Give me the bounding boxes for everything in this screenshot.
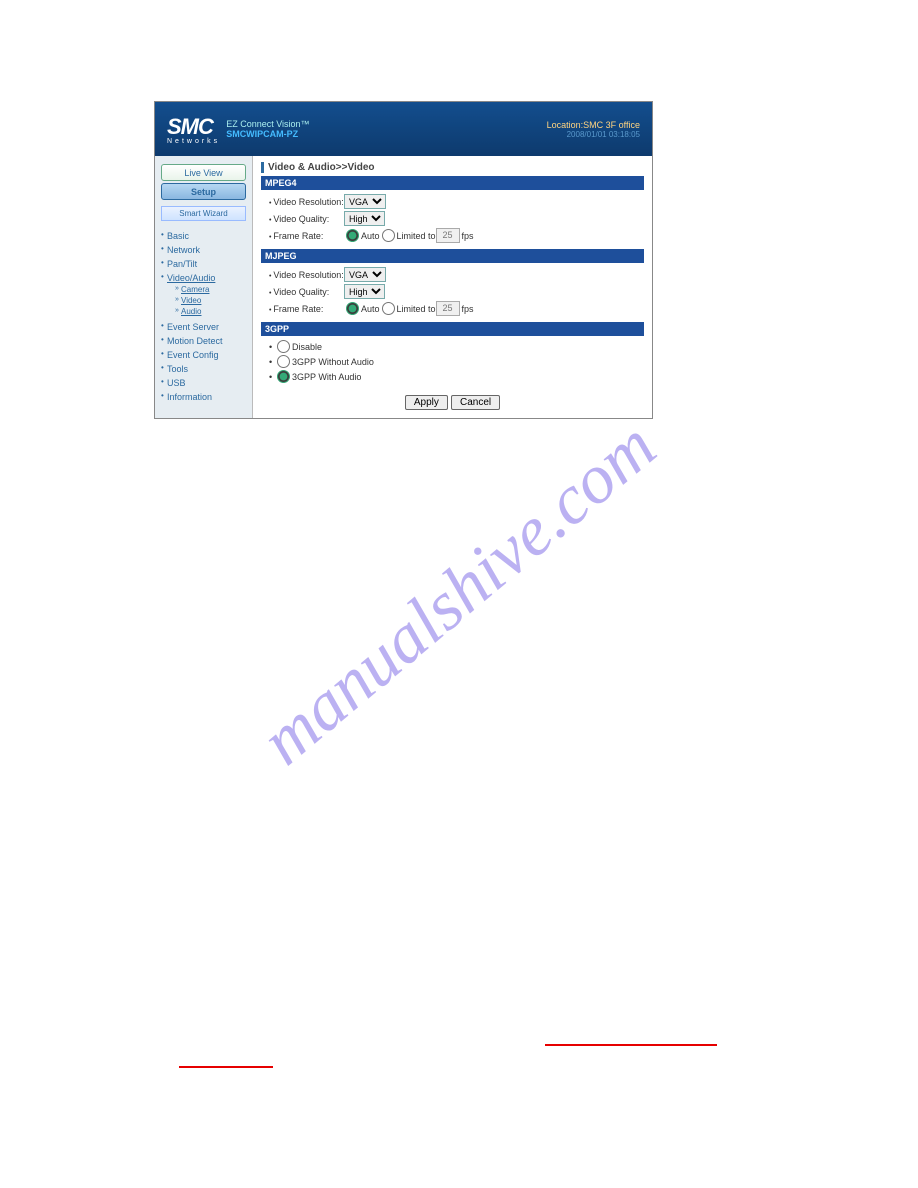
subnav-video[interactable]: Video [175,295,246,306]
nav-motion-detect[interactable]: Motion Detect [161,334,246,348]
mpeg4-quality-select[interactable]: High [344,211,385,226]
nav-event-config[interactable]: Event Config [161,348,246,362]
sidebar: Live View Setup Smart Wizard Basic Netwo… [155,156,253,418]
location-text: Location:SMC 3F office [547,120,640,130]
mjpeg-fps-auto-radio[interactable] [346,302,359,315]
mjpeg-quality-select[interactable]: High [344,284,385,299]
mpeg4-res-label: Video Resolution: [269,197,344,207]
mjpeg-fps-value: 25 [436,301,460,316]
setup-button[interactable]: Setup [161,183,246,200]
red-underline-2 [545,1044,717,1046]
red-underline-1 [179,1066,273,1068]
mjpeg-fps-limited-radio[interactable] [382,302,395,315]
live-view-button[interactable]: Live View [161,164,246,181]
product-line: EZ Connect Vision™ [226,119,309,129]
brand-sub: Networks [167,138,220,145]
nav-basic[interactable]: Basic [161,229,246,243]
brand-logo: SMC Networks [167,114,220,145]
3gpp-disable-radio[interactable] [277,340,290,353]
cancel-button[interactable]: Cancel [451,395,500,410]
mpeg4-header: MPEG4 [261,176,644,190]
subnav-audio[interactable]: Audio [175,306,246,317]
mpeg4-fps-label: Frame Rate: [269,231,344,241]
breadcrumb: Video & Audio>>Video [261,162,644,173]
product-model: SMCWIPCAM-PZ [226,129,309,139]
nav-network[interactable]: Network [161,243,246,257]
3gpp-with-audio-radio[interactable] [277,370,290,383]
mjpeg-header: MJPEG [261,249,644,263]
3gpp-without-audio-radio[interactable] [277,355,290,368]
watermark-text: manualshive.com [246,407,671,782]
brand-name: SMC [167,114,220,140]
smart-wizard-button[interactable]: Smart Wizard [161,206,246,221]
nav-information[interactable]: Information [161,390,246,404]
header-bar: SMC Networks EZ Connect Vision™ SMCWIPCA… [155,102,652,156]
nav-list: Basic Network Pan/Tilt Video/Audio Camer… [155,229,252,404]
mpeg4-fps-value: 25 [436,228,460,243]
app-window: SMC Networks EZ Connect Vision™ SMCWIPCA… [154,101,653,419]
subnav-camera[interactable]: Camera [175,284,246,295]
nav-usb[interactable]: USB [161,376,246,390]
mjpeg-res-label: Video Resolution: [269,270,344,280]
nav-event-server[interactable]: Event Server [161,320,246,334]
mpeg4-quality-label: Video Quality: [269,214,344,224]
main-panel: Video & Audio>>Video MPEG4 Video Resolut… [253,156,652,418]
nav-video-audio[interactable]: Video/Audio Camera Video Audio [161,271,246,320]
3gpp-header: 3GPP [261,322,644,336]
mjpeg-res-select[interactable]: VGA [344,267,386,282]
mpeg4-fps-limited-radio[interactable] [382,229,395,242]
nav-pantilt[interactable]: Pan/Tilt [161,257,246,271]
nav-tools[interactable]: Tools [161,362,246,376]
apply-button[interactable]: Apply [405,395,448,410]
mpeg4-fps-auto-radio[interactable] [346,229,359,242]
mjpeg-quality-label: Video Quality: [269,287,344,297]
datetime-text: 2008/01/01 03:18:05 [547,130,640,139]
mjpeg-fps-label: Frame Rate: [269,304,344,314]
mpeg4-res-select[interactable]: VGA [344,194,386,209]
